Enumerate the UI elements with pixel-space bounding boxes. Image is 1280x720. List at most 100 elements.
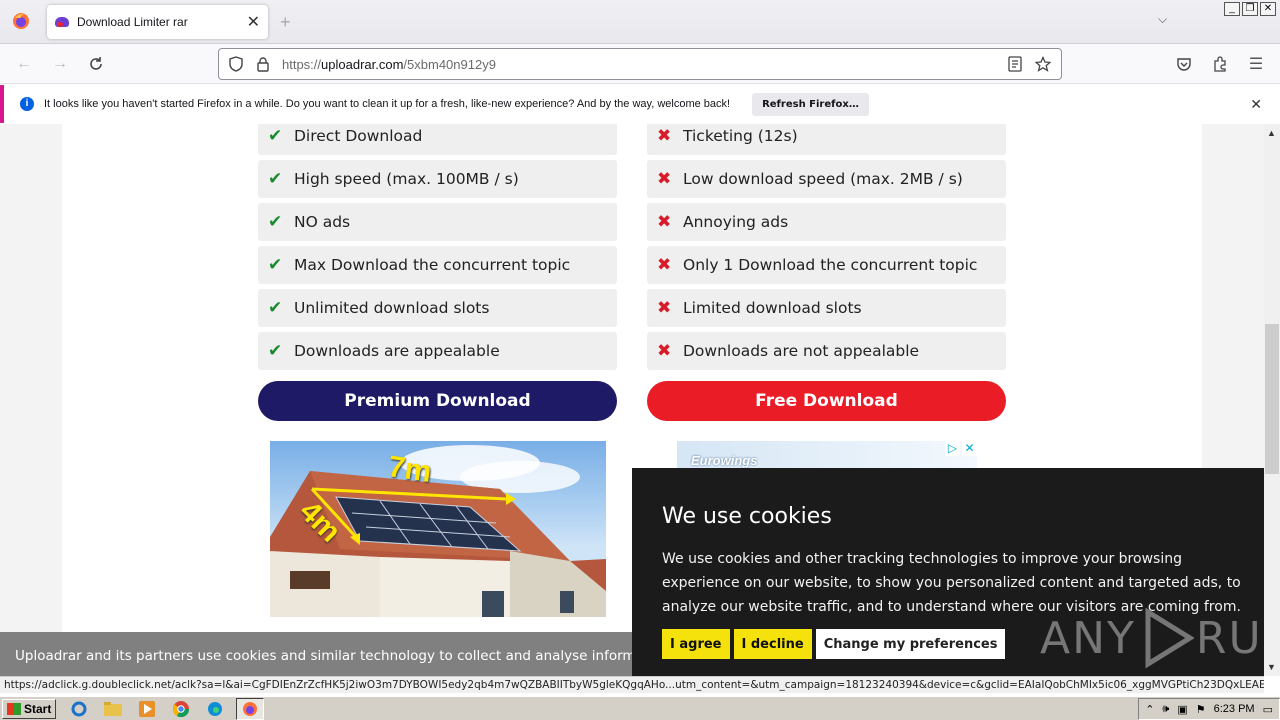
url-prefix: https:// bbox=[282, 56, 322, 72]
cross-icon: ✖ bbox=[657, 341, 672, 361]
ad-choices: ▷ ✕ bbox=[945, 441, 977, 456]
windows-logo-icon bbox=[7, 702, 21, 715]
feature-label: Direct Download bbox=[294, 127, 423, 145]
feature-label: Downloads are appealable bbox=[294, 342, 500, 360]
free-feature-item: ✖ Annoying ads bbox=[647, 203, 1006, 241]
check-icon: ✔ bbox=[268, 341, 283, 361]
browser-tab-bar: Download Limiter rar ✕ + ⌵ _ ❐ ✕ bbox=[0, 0, 1280, 44]
firefox-menu-icon[interactable] bbox=[6, 6, 36, 36]
ad-label-7m: 7m bbox=[385, 450, 434, 489]
check-icon: ✔ bbox=[268, 169, 283, 189]
windows-taskbar: Start ⌃ 🕪 ▣ ⚑ 6:23 PM ▭ bbox=[0, 696, 1280, 720]
reload-icon[interactable] bbox=[85, 53, 107, 75]
feature-label: Limited download slots bbox=[683, 299, 862, 317]
free-feature-item: ✖ Low download speed (max. 2MB / s) bbox=[647, 160, 1006, 198]
adchoices-icon[interactable]: ▷ bbox=[945, 441, 960, 456]
lock-icon[interactable] bbox=[256, 56, 270, 72]
feature-label: Ticketing (12s) bbox=[683, 127, 798, 145]
bookmark-star-icon[interactable] bbox=[1033, 54, 1053, 74]
free-feature-item: ✖ Limited download slots bbox=[647, 289, 1006, 327]
notification-message: It looks like you haven't started Firefo… bbox=[44, 98, 731, 110]
notification-close-icon[interactable]: ✕ bbox=[1250, 96, 1262, 113]
back-arrow-icon[interactable]: ← bbox=[13, 53, 35, 75]
network-icon[interactable]: ▣ bbox=[1177, 703, 1187, 716]
anyrun-watermark: ANY RUN bbox=[1040, 608, 1280, 668]
start-button[interactable]: Start bbox=[2, 698, 57, 719]
feature-label: Downloads are not appealable bbox=[683, 342, 920, 360]
url-path: /5xbm40n912y9 bbox=[403, 56, 496, 72]
media-player-icon[interactable] bbox=[136, 700, 158, 718]
status-link-preview: https://adclick.g.doubleclick.net/aclk?s… bbox=[0, 676, 1264, 693]
active-tab[interactable]: Download Limiter rar ✕ bbox=[47, 5, 268, 39]
extensions-icon[interactable] bbox=[1209, 53, 1231, 75]
show-desktop-icon[interactable]: ▭ bbox=[1263, 703, 1273, 716]
tray-expand-icon[interactable]: ⌃ bbox=[1145, 703, 1154, 716]
scrollbar-thumb[interactable] bbox=[1265, 324, 1279, 474]
premium-feature-item: ✔ High speed (max. 100MB / s) bbox=[258, 160, 617, 198]
action-center-flag-icon[interactable]: ⚑ bbox=[1196, 703, 1206, 716]
tab-title: Download Limiter rar bbox=[77, 15, 188, 29]
free-feature-item: ✖ Only 1 Download the concurrent topic bbox=[647, 246, 1006, 284]
premium-feature-item: ✔ NO ads bbox=[258, 203, 617, 241]
reader-view-icon[interactable] bbox=[1005, 54, 1025, 74]
hamburger-menu-icon[interactable]: ☰ bbox=[1245, 53, 1267, 75]
scroll-down-icon[interactable]: ▼ bbox=[1267, 662, 1276, 672]
page-scrollbar[interactable]: ▲ ▼ bbox=[1264, 124, 1280, 676]
free-download-button[interactable]: Free Download bbox=[647, 381, 1006, 421]
feature-label: Low download speed (max. 2MB / s) bbox=[683, 170, 963, 188]
refresh-firefox-notification: i It looks like you haven't started Fire… bbox=[0, 85, 1280, 123]
navigation-toolbar: ← → https://uploadrar.com/5xbm40n912y9 ☰ bbox=[0, 44, 1280, 84]
edge-icon[interactable] bbox=[204, 700, 226, 718]
scroll-up-icon[interactable]: ▲ bbox=[1267, 128, 1276, 138]
cross-icon: ✖ bbox=[657, 298, 672, 318]
eurowings-ad[interactable]: Eurowings ▷ ✕ bbox=[677, 441, 977, 471]
feature-label: Max Download the concurrent topic bbox=[294, 256, 571, 274]
refresh-firefox-button[interactable]: Refresh Firefox… bbox=[752, 92, 869, 116]
cookie-preferences-button[interactable]: Change my preferences bbox=[815, 629, 1006, 659]
check-icon: ✔ bbox=[268, 212, 283, 232]
check-icon: ✔ bbox=[268, 298, 283, 318]
url-host: uploadrar.com bbox=[321, 56, 404, 72]
free-feature-item: ✖ Ticketing (12s) bbox=[647, 124, 1006, 155]
check-icon: ✔ bbox=[268, 255, 283, 275]
feature-label: Unlimited download slots bbox=[294, 299, 490, 317]
pocket-icon[interactable] bbox=[1173, 53, 1195, 75]
feature-label: Annoying ads bbox=[683, 213, 789, 231]
system-tray: ⌃ 🕪 ▣ ⚑ 6:23 PM ▭ bbox=[1138, 698, 1280, 720]
window-controls: _ ❐ ✕ bbox=[1224, 2, 1276, 16]
list-all-tabs-icon[interactable]: ⌵ bbox=[1158, 12, 1167, 27]
ie-icon[interactable] bbox=[68, 700, 90, 718]
cross-icon: ✖ bbox=[657, 169, 672, 189]
explorer-folder-icon[interactable] bbox=[102, 700, 124, 718]
ad-close-icon[interactable]: ✕ bbox=[962, 441, 977, 456]
restore-button[interactable]: ❐ bbox=[1242, 2, 1258, 16]
close-window-button[interactable]: ✕ bbox=[1260, 2, 1276, 16]
minimize-button[interactable]: _ bbox=[1224, 2, 1240, 16]
premium-feature-item: ✔ Max Download the concurrent topic bbox=[258, 246, 617, 284]
feature-label: NO ads bbox=[294, 213, 351, 231]
cookie-title: We use cookies bbox=[662, 504, 832, 529]
feature-label: High speed (max. 100MB / s) bbox=[294, 170, 519, 188]
cross-icon: ✖ bbox=[657, 212, 672, 232]
play-logo-icon bbox=[1145, 608, 1194, 668]
start-label: Start bbox=[24, 701, 52, 716]
chrome-icon[interactable] bbox=[170, 700, 192, 718]
url-text: https://uploadrar.com/5xbm40n912y9 bbox=[282, 57, 1005, 72]
cookie-agree-button[interactable]: I agree bbox=[662, 629, 730, 659]
volume-icon[interactable]: 🕪 bbox=[1162, 703, 1169, 716]
premium-download-button[interactable]: Premium Download bbox=[258, 381, 617, 421]
clock[interactable]: 6:23 PM bbox=[1214, 703, 1255, 715]
premium-feature-item: ✔ Downloads are appealable bbox=[258, 332, 617, 370]
tracking-shield-icon[interactable] bbox=[228, 56, 244, 72]
cookie-decline-button[interactable]: I decline bbox=[733, 629, 812, 659]
premium-feature-item: ✔ Direct Download bbox=[258, 124, 617, 155]
firefox-taskbar-button[interactable] bbox=[236, 697, 265, 720]
new-tab-button[interactable]: + bbox=[280, 12, 291, 33]
forward-arrow-icon[interactable]: → bbox=[49, 53, 71, 75]
solar-roof-ad[interactable]: 7m 4m bbox=[270, 441, 606, 617]
screen: Download Limiter rar ✕ + ⌵ _ ❐ ✕ ← → htt… bbox=[0, 0, 1280, 720]
cross-icon: ✖ bbox=[657, 255, 672, 275]
url-bar[interactable]: https://uploadrar.com/5xbm40n912y9 bbox=[218, 48, 1062, 80]
ad-brand: Eurowings bbox=[691, 453, 758, 468]
tab-close-icon[interactable]: ✕ bbox=[247, 12, 260, 32]
